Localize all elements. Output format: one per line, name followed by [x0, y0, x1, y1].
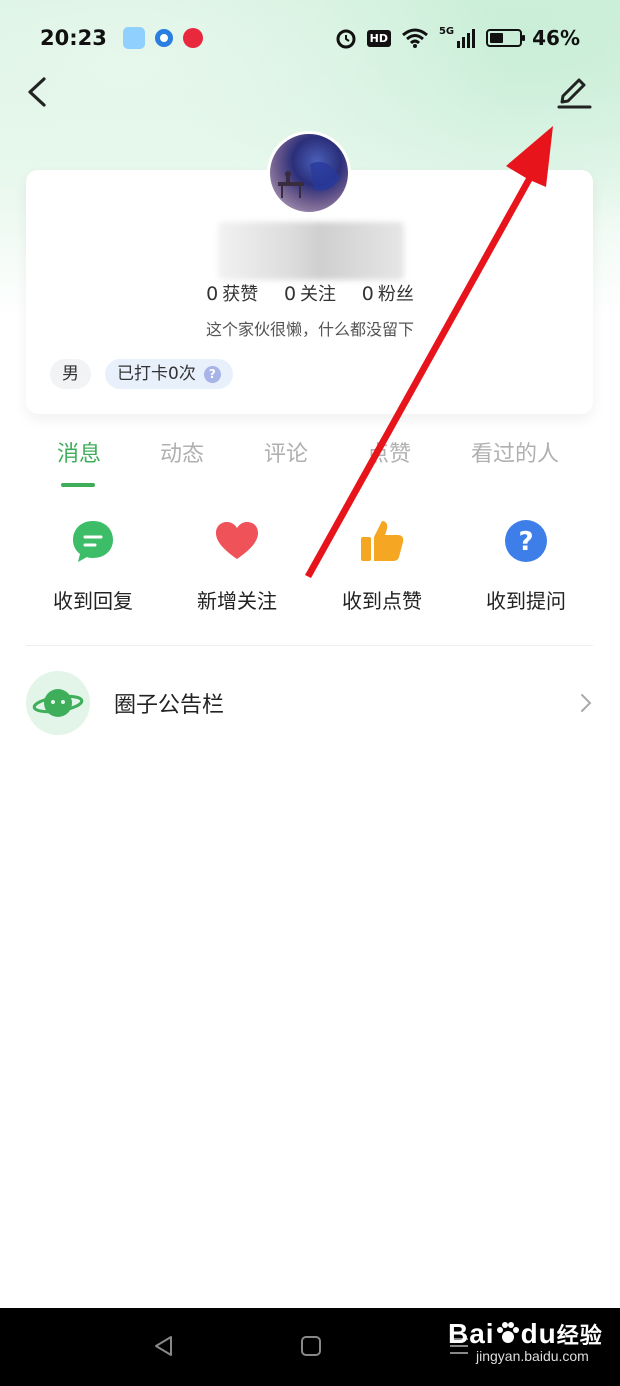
tab-comments[interactable]: 评论	[264, 436, 308, 468]
tab-viewers[interactable]: 看过的人	[471, 436, 559, 468]
thumbs-up-icon	[356, 515, 408, 567]
active-tab-indicator	[61, 483, 95, 487]
stat-likes[interactable]: 0 获赞	[206, 283, 258, 305]
watermark-brand-c: 经验	[556, 1323, 603, 1348]
checkin-label: 已打卡0次	[117, 364, 196, 384]
received-questions-button[interactable]: ? 收到提问	[461, 515, 591, 614]
nav-home-icon[interactable]	[300, 1334, 322, 1358]
avatar[interactable]	[267, 131, 351, 215]
status-bar: 20:23 HD 5G 46%	[0, 0, 620, 76]
battery-percent: 46%	[532, 26, 580, 50]
chevron-right-icon	[581, 694, 592, 712]
notice-board-label: 圈子公告栏	[114, 693, 225, 718]
svg-text:?: ?	[518, 527, 533, 557]
battery-icon	[486, 29, 526, 47]
watermark-url: jingyan.baidu.com	[476, 1348, 589, 1364]
stat-following[interactable]: 0 关注	[284, 283, 336, 305]
alarm-icon	[336, 29, 356, 49]
planet-icon	[26, 671, 90, 735]
paw-logo-icon	[496, 1322, 519, 1343]
status-time: 20:23	[40, 26, 107, 50]
received-likes-label: 收到点赞	[342, 589, 422, 613]
chat-bubble-icon	[67, 515, 119, 567]
username-blurred	[218, 222, 404, 280]
nav-back-icon[interactable]	[152, 1334, 174, 1358]
network-type: 5G	[438, 25, 455, 37]
browser-notification-icon	[154, 29, 173, 47]
wifi-icon	[401, 28, 428, 48]
gender-tag: 男	[50, 359, 91, 389]
received-likes-button[interactable]: 收到点赞	[317, 515, 447, 614]
circle-notice-board-row[interactable]: 圈子公告栏	[26, 671, 594, 735]
profile-stats: 0 获赞 0 关注 0 粉丝	[0, 280, 620, 306]
new-followers-button[interactable]: 新增关注	[172, 515, 302, 614]
baidu-jingyan-watermark: Bai du经验 jingyan.baidu.com	[448, 1318, 603, 1364]
received-replies-label: 收到回复	[53, 589, 133, 613]
video-notification-icon	[182, 28, 203, 48]
tab-messages[interactable]: 消息	[57, 436, 101, 468]
question-icon: ?	[500, 515, 552, 567]
edit-pencil-icon[interactable]	[556, 72, 592, 110]
stat-followers[interactable]: 0 粉丝	[362, 283, 414, 305]
tab-likes[interactable]: 点赞	[367, 436, 411, 468]
hd-badge: HD	[366, 29, 391, 47]
heart-icon	[211, 515, 263, 567]
watermark-brand-a: Bai	[448, 1318, 495, 1349]
message-actions: 收到回复 新增关注 收到点赞 ? 收到提问	[0, 515, 620, 625]
help-icon[interactable]: ?	[203, 365, 221, 383]
section-divider	[26, 645, 593, 646]
checkin-tag[interactable]: 已打卡0次 ?	[105, 359, 233, 389]
profile-bio: 这个家伙很懒，什么都没留下	[205, 320, 414, 339]
new-followers-label: 新增关注	[197, 589, 277, 613]
app-notification-icon	[122, 27, 145, 49]
received-questions-label: 收到提问	[486, 589, 566, 613]
watermark-brand-b: du	[520, 1318, 557, 1349]
received-replies-button[interactable]: 收到回复	[28, 515, 158, 614]
back-arrow-icon[interactable]	[22, 74, 54, 110]
tab-posts[interactable]: 动态	[160, 436, 204, 468]
signal-icon	[457, 29, 476, 48]
